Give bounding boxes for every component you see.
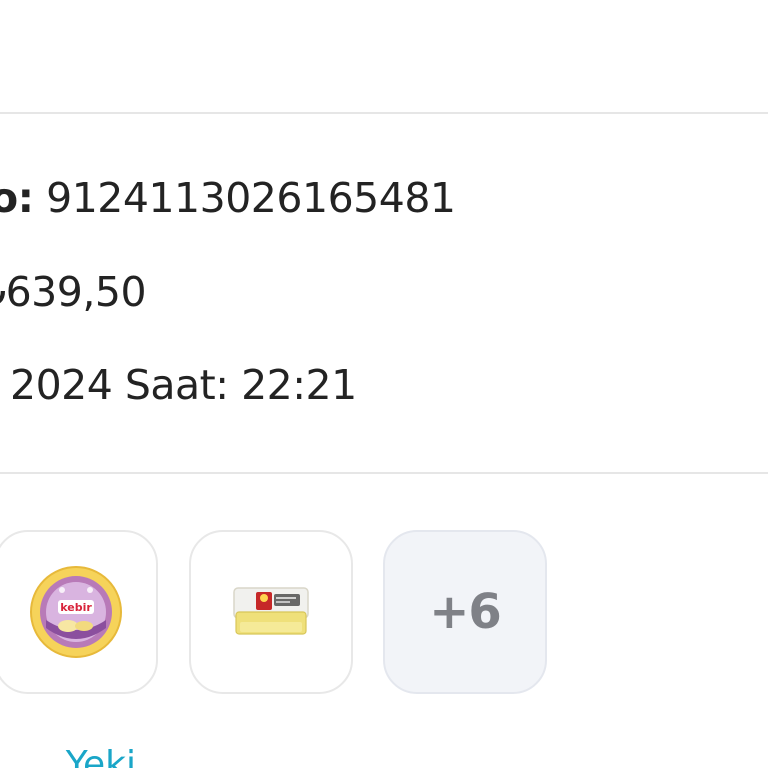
order-number-label: o: [0,174,34,222]
product-brand-text: kebir [60,601,92,614]
top-divider [0,112,768,114]
order-number-value: 9124113026165481 [46,174,456,222]
middle-divider [0,472,768,474]
cheese-wheel-product-icon: kebir [30,566,122,658]
order-amount-row: ₺639,50 [0,267,147,317]
bottom-action-link[interactable]: ... Yeki... [20,744,170,768]
order-detail-page: o: 9124113026165481 ₺639,50 2024 Saat: 2… [0,0,768,768]
order-date-row: 2024 Saat: 22:21 [0,360,357,410]
order-amount-value: ₺639,50 [0,268,147,316]
order-number-row: o: 9124113026165481 [0,173,456,223]
product-thumbnail-2[interactable] [189,530,353,694]
more-products-count: +6 [429,584,502,640]
product-thumbnail-1[interactable]: kebir [0,530,158,694]
order-date-value: 2024 Saat: 22:21 [10,361,357,409]
more-products-button[interactable]: +6 [383,530,547,694]
boxed-food-product-icon [233,587,309,635]
